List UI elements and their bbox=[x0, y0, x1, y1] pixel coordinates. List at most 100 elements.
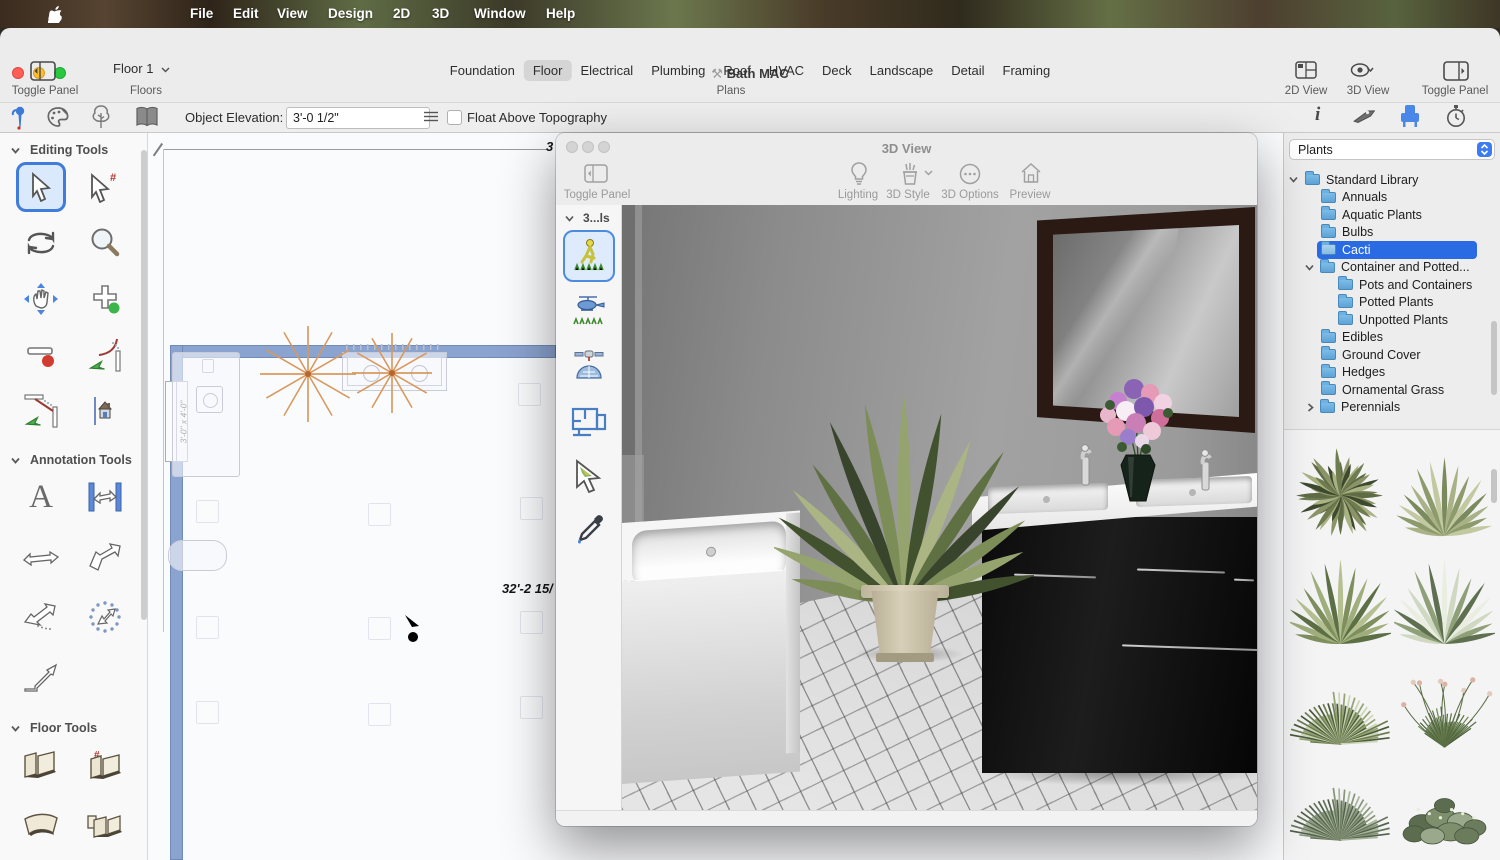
menu-file[interactable]: File bbox=[190, 0, 213, 28]
aloe-thumbnail[interactable] bbox=[1394, 439, 1495, 540]
pen-icon[interactable] bbox=[1353, 107, 1375, 127]
plan-fixture-square[interactable] bbox=[196, 500, 219, 523]
library-book-tool-icon[interactable] bbox=[135, 106, 159, 128]
tree-item-pots-and-containers[interactable]: Pots and Containers bbox=[1284, 276, 1500, 294]
menu-design[interactable]: Design bbox=[328, 0, 373, 28]
3d-toggle-panel-button[interactable] bbox=[584, 164, 608, 188]
menu-2d[interactable]: 2D bbox=[393, 0, 410, 28]
lighting-button[interactable] bbox=[850, 162, 868, 191]
stopwatch-icon[interactable] bbox=[1445, 104, 1467, 128]
tool-end-to-end-dimension[interactable] bbox=[16, 532, 66, 582]
3d-view-button[interactable] bbox=[1350, 62, 1374, 83]
tab-foundation[interactable]: Foundation bbox=[441, 60, 524, 81]
tool-add-object[interactable] bbox=[80, 274, 130, 324]
chevron-right-icon[interactable] bbox=[1305, 402, 1316, 413]
toggle-right-panel-button[interactable] bbox=[1443, 61, 1469, 86]
3d-tool-floor-overview[interactable] bbox=[563, 395, 615, 447]
tree-item-hedges[interactable]: Hedges bbox=[1284, 364, 1500, 382]
tab-roof[interactable]: Roof bbox=[714, 60, 759, 81]
library-category-dropdown[interactable]: Plants bbox=[1289, 139, 1495, 160]
3d-tool-eyedropper[interactable] bbox=[563, 505, 615, 557]
artichoke-agave-thumbnail[interactable] bbox=[1290, 439, 1391, 540]
tab-detail[interactable]: Detail bbox=[942, 60, 993, 81]
menu-help[interactable]: Help bbox=[546, 0, 575, 28]
menu-3d[interactable]: 3D bbox=[432, 0, 449, 28]
3d-style-button[interactable] bbox=[900, 162, 920, 191]
tree-item-standard-library[interactable]: Standard Library bbox=[1284, 171, 1500, 189]
3d-options-button[interactable] bbox=[959, 163, 981, 190]
thumbnail-scrollbar[interactable] bbox=[1491, 469, 1497, 503]
yucca-thumbnail[interactable] bbox=[1290, 649, 1391, 750]
apple-menu-icon[interactable] bbox=[48, 6, 63, 23]
tool-curved-wall[interactable] bbox=[16, 800, 66, 850]
tool-elevation-reference[interactable] bbox=[80, 386, 130, 436]
flowering-grass-thumbnail[interactable] bbox=[1394, 649, 1495, 750]
editing-tools-header[interactable]: Editing Tools bbox=[0, 138, 147, 162]
tool-select[interactable] bbox=[16, 162, 66, 212]
tree-scrollbar[interactable] bbox=[1491, 321, 1497, 395]
2d-view-button[interactable] bbox=[1295, 61, 1317, 84]
plan-fixture-square[interactable] bbox=[368, 617, 391, 640]
tool-auto-dimension[interactable] bbox=[80, 592, 130, 642]
plan-washer-symbol[interactable] bbox=[196, 386, 223, 413]
chevron-down-icon[interactable] bbox=[1288, 174, 1299, 185]
tree-item-container-and-potted[interactable]: Container and Potted... bbox=[1284, 259, 1500, 277]
tool-text[interactable]: A bbox=[16, 472, 66, 522]
tab-deck[interactable]: Deck bbox=[813, 60, 861, 81]
tree-tool-icon[interactable] bbox=[90, 105, 112, 129]
tool-zoom[interactable] bbox=[80, 218, 130, 268]
tab-floor[interactable]: Floor bbox=[524, 60, 572, 81]
object-elevation-input[interactable]: 3'-0 1/2" bbox=[286, 107, 430, 129]
3d-tools-header[interactable]: 3...ls bbox=[556, 205, 621, 227]
float-above-topography-checkbox[interactable] bbox=[447, 110, 462, 125]
tool-leader-line[interactable] bbox=[16, 652, 66, 702]
tool-angular-dimension[interactable] bbox=[80, 532, 130, 582]
tool-interior-dimension[interactable] bbox=[80, 472, 130, 522]
variegated-agave-thumbnail[interactable] bbox=[1394, 547, 1495, 648]
tab-plumbing[interactable]: Plumbing bbox=[642, 60, 714, 81]
tool-rotate[interactable] bbox=[16, 218, 66, 268]
menu-view[interactable]: View bbox=[277, 0, 308, 28]
floor-tools-header[interactable]: Floor Tools bbox=[0, 716, 147, 740]
3d-tool-orbit[interactable] bbox=[563, 340, 615, 392]
chevron-down-icon[interactable] bbox=[1304, 262, 1315, 273]
plan-fixture-square[interactable] bbox=[520, 611, 543, 634]
tool-pan[interactable] bbox=[16, 274, 66, 324]
preview-button[interactable] bbox=[1020, 162, 1042, 189]
tab-framing[interactable]: Framing bbox=[994, 60, 1060, 81]
tree-item-aquatic-plants[interactable]: Aquatic Plants bbox=[1284, 206, 1500, 224]
palette-tool-icon[interactable] bbox=[46, 106, 70, 128]
menu-window[interactable]: Window bbox=[474, 0, 526, 28]
tool-select-similar[interactable]: # bbox=[80, 162, 130, 212]
menu-edit[interactable]: Edit bbox=[233, 0, 259, 28]
plan-toilet[interactable] bbox=[168, 540, 227, 571]
plan-fixture-square[interactable] bbox=[520, 497, 543, 520]
tree-item-ornamental-grass[interactable]: Ornamental Grass bbox=[1284, 381, 1500, 399]
plan-fixture-square[interactable] bbox=[368, 703, 391, 726]
furniture-chair-icon[interactable] bbox=[1399, 104, 1421, 128]
tree-item-ground-cover[interactable]: Ground Cover bbox=[1284, 346, 1500, 364]
tack-tool-icon[interactable] bbox=[8, 106, 30, 130]
toggle-left-panel-button[interactable] bbox=[30, 61, 56, 86]
floors-dropdown[interactable]: Floor 1 bbox=[113, 61, 170, 76]
plan-fixture-square[interactable] bbox=[196, 701, 219, 724]
3d-view-window[interactable]: 3D View Toggle Panel Lighting 3D Style 3… bbox=[556, 133, 1257, 826]
3d-tool-select-view[interactable] bbox=[563, 450, 615, 502]
plan-fixture-square[interactable] bbox=[520, 696, 543, 719]
plan-fixture-square[interactable] bbox=[196, 616, 219, 639]
elevation-list-icon[interactable] bbox=[424, 111, 438, 122]
3d-tool-walkthrough[interactable] bbox=[563, 230, 615, 282]
3d-tool-fly-over[interactable] bbox=[563, 285, 615, 337]
plan-fixture-square[interactable] bbox=[368, 503, 391, 526]
green-agave-thumbnail[interactable] bbox=[1290, 547, 1391, 648]
tab-landscape[interactable]: Landscape bbox=[861, 60, 943, 81]
info-icon[interactable]: i bbox=[1315, 104, 1320, 126]
tool-chamfer-corner[interactable] bbox=[16, 386, 66, 436]
tab-electrical[interactable]: Electrical bbox=[571, 60, 642, 81]
3d-render-canvas[interactable] bbox=[622, 205, 1257, 810]
tool-half-wall[interactable] bbox=[80, 800, 130, 850]
palette-scrollbar[interactable] bbox=[141, 150, 147, 620]
spiky-dome-thumbnail[interactable] bbox=[1290, 745, 1391, 846]
tool-build-wall-framing[interactable]: # bbox=[80, 740, 130, 790]
opuntia-cluster-thumbnail[interactable] bbox=[1394, 745, 1495, 846]
